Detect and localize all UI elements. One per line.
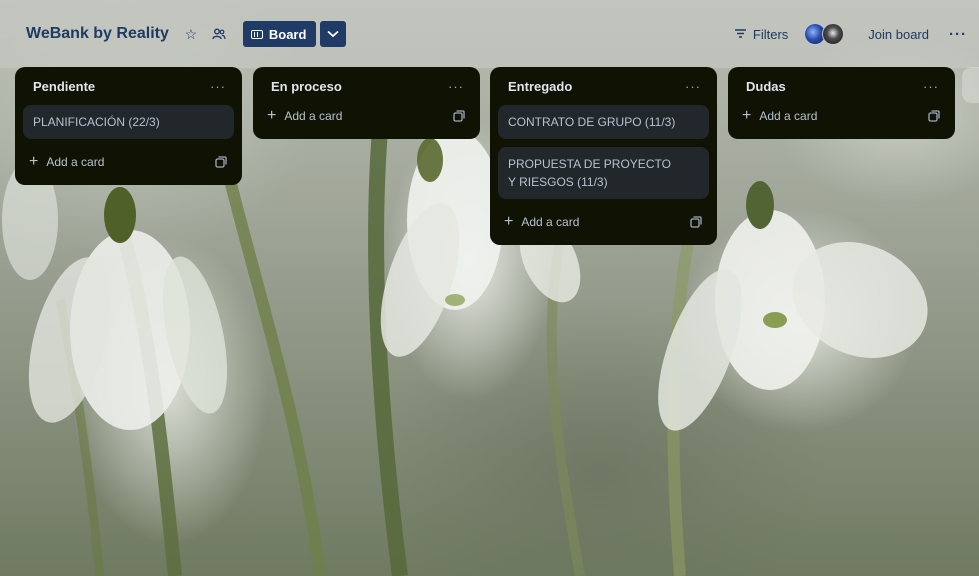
add-card-row: + Add a card: [261, 101, 472, 131]
add-card-button[interactable]: + Add a card: [29, 154, 214, 170]
list-pendiente: Pendiente ··· PLANIFICACIÓN (22/3) + Add…: [15, 67, 242, 185]
list-title: Entregado: [508, 78, 573, 94]
workspace-visible-icon[interactable]: [205, 20, 233, 48]
list-title: En proceso: [271, 78, 342, 94]
member-avatars: [804, 23, 845, 45]
add-card-row: + Add a card: [23, 147, 234, 177]
filters-label: Filters: [752, 26, 789, 42]
board-view-button[interactable]: Board: [242, 21, 317, 47]
add-card-label: Add a card: [521, 215, 580, 229]
plus-icon: +: [29, 153, 39, 170]
board-page: WeBank by Reality ☆ Board Filters Join b…: [0, 0, 979, 576]
list-header[interactable]: Entregado ···: [498, 67, 709, 105]
card-template-icon[interactable]: [927, 109, 941, 123]
filters-button[interactable]: Filters: [734, 26, 789, 42]
plus-icon: +: [504, 213, 514, 230]
avatar[interactable]: [822, 23, 845, 45]
add-card-label: Add a card: [759, 109, 818, 123]
card-template-icon[interactable]: [689, 215, 703, 229]
add-card-label: Add a card: [284, 109, 343, 123]
more-horizontal-icon[interactable]: ···: [937, 26, 971, 43]
list-title: Pendiente: [33, 78, 96, 94]
card[interactable]: CONTRATO DE GRUPO (11/3): [498, 105, 709, 139]
list-dudas: Dudas ··· + Add a card: [728, 67, 955, 139]
add-card-button[interactable]: + Add a card: [267, 108, 452, 124]
list-header[interactable]: En proceso ···: [261, 67, 472, 105]
card-template-icon[interactable]: [452, 109, 466, 123]
add-card-row: + Add a card: [498, 207, 709, 237]
list-entregado: Entregado ··· CONTRATO DE GRUPO (11/3) P…: [490, 67, 717, 245]
add-card-button[interactable]: + Add a card: [742, 108, 927, 124]
join-board-button[interactable]: Join board: [860, 27, 937, 42]
more-horizontal-icon[interactable]: ···: [210, 79, 226, 94]
plus-icon: +: [267, 107, 277, 124]
card-title: PLANIFICACIÓN (22/3): [33, 115, 160, 129]
add-card-row: + Add a card: [736, 101, 947, 131]
card-title: CONTRATO DE GRUPO (11/3): [508, 115, 676, 129]
more-horizontal-icon[interactable]: ···: [448, 79, 464, 94]
more-horizontal-icon[interactable]: ···: [685, 79, 701, 94]
chevron-down-icon[interactable]: [320, 21, 347, 47]
list-en-proceso: En proceso ··· + Add a card: [253, 67, 480, 139]
board-title[interactable]: WeBank by Reality: [18, 25, 177, 43]
add-card-label: Add a card: [46, 155, 105, 169]
board-view-label: Board: [268, 26, 307, 42]
star-icon[interactable]: ☆: [177, 20, 205, 48]
header-left: WeBank by Reality ☆ Board: [10, 0, 347, 68]
card[interactable]: PLANIFICACIÓN (22/3): [23, 105, 234, 139]
add-card-button[interactable]: + Add a card: [504, 214, 689, 230]
header-right: Filters Join board ···: [734, 0, 979, 68]
plus-icon: +: [742, 107, 752, 124]
board-header: WeBank by Reality ☆ Board Filters Join b…: [0, 0, 979, 68]
filter-icon: [734, 27, 746, 41]
card-title: PROPUESTA DE PROYECTO Y RIESGOS (11/3): [508, 157, 671, 189]
add-list-button[interactable]: [962, 67, 979, 103]
card-template-icon[interactable]: [214, 155, 228, 169]
board-view-icon: [250, 29, 263, 39]
card[interactable]: PROPUESTA DE PROYECTO Y RIESGOS (11/3): [498, 147, 709, 199]
list-header[interactable]: Dudas ···: [736, 67, 947, 105]
list-header[interactable]: Pendiente ···: [23, 67, 234, 105]
list-title: Dudas: [746, 78, 786, 94]
more-horizontal-icon[interactable]: ···: [923, 79, 939, 94]
